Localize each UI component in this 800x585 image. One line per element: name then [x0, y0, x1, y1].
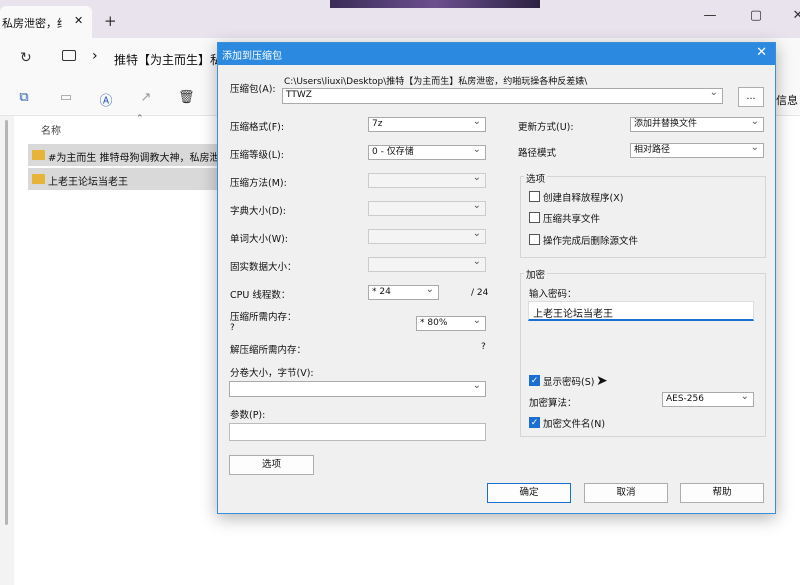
encryption-group-title: 加密: [524, 267, 548, 281]
parameters-label: 参数(P):: [230, 410, 266, 421]
copy-icon[interactable]: ⧉: [16, 90, 32, 106]
word-size-label: 单词大小(W):: [230, 234, 289, 245]
add-to-archive-dialog: 添加到压缩包 ✕ 压缩包(A): C:\Users\liuxi\Desktop\…: [217, 42, 776, 514]
password-input[interactable]: 上老王论坛当老王: [528, 301, 754, 321]
breadcrumb[interactable]: 推特【为主而生】私: [114, 51, 222, 68]
encrypt-names-label: 加密文件名(N): [543, 419, 606, 430]
dialog-close-icon[interactable]: ✕: [756, 45, 767, 60]
sfx-checkbox[interactable]: [529, 191, 540, 202]
folder-icon: [32, 150, 45, 160]
list-item[interactable]: 上老王论坛当老王: [28, 168, 228, 190]
sort-chevron-icon: ⌃: [136, 114, 144, 124]
minimize-icon[interactable]: —: [702, 8, 718, 24]
shared-files-label: 压缩共享文件: [543, 214, 601, 225]
close-window-icon[interactable]: ✕: [790, 8, 800, 24]
compress-memory-label: 压缩所需内存：: [230, 312, 297, 323]
update-mode-label: 更新方式(U):: [518, 122, 574, 133]
scrollbar[interactable]: [5, 120, 8, 525]
path-mode-label: 路径模式: [518, 148, 557, 159]
wallpaper-strip: [330, 0, 540, 8]
column-header-name[interactable]: 名称: [41, 122, 61, 137]
word-size-select[interactable]: [368, 227, 486, 244]
browser-tabbar: [0, 0, 800, 38]
password-label: 输入密码：: [529, 289, 577, 300]
show-password-checkbox[interactable]: ✓: [529, 375, 540, 386]
maximize-icon[interactable]: ▢: [748, 8, 764, 24]
dialog-title: 添加到压缩包: [222, 51, 282, 62]
ok-button[interactable]: 确定: [487, 483, 571, 503]
format-label: 压缩格式(F):: [230, 122, 285, 133]
new-tab-button[interactable]: +: [104, 12, 117, 30]
cpu-threads-total: / 24: [471, 288, 489, 298]
compress-memory-value: ?: [230, 323, 235, 333]
folder-icon: [32, 174, 45, 184]
path-mode-select[interactable]: 相对路径: [630, 141, 764, 158]
mouse-cursor-icon: ➤: [596, 373, 608, 389]
help-button[interactable]: 帮助: [680, 483, 764, 503]
dialog-titlebar: 添加到压缩包 ✕: [218, 43, 775, 65]
delete-icon[interactable]: 🗑: [178, 90, 195, 106]
level-label: 压缩等级(L):: [230, 150, 284, 161]
browser-tab[interactable]: 私房泄密，约 ✕: [0, 6, 92, 38]
browse-button[interactable]: ...: [738, 87, 764, 107]
cpu-threads-select[interactable]: * 24: [368, 283, 439, 300]
archive-label: 压缩包(A):: [230, 84, 276, 95]
monitor-icon: [62, 50, 76, 61]
sfx-label: 创建自释放程序(X): [543, 193, 624, 204]
paste-icon[interactable]: ▭: [58, 90, 74, 106]
memory-usage-select[interactable]: * 80%: [416, 314, 486, 331]
level-select[interactable]: 0 - 仅存储: [368, 143, 486, 160]
solid-size-select[interactable]: [368, 255, 486, 272]
update-mode-select[interactable]: 添加并替换文件: [630, 115, 764, 132]
share-icon[interactable]: ↗: [138, 90, 154, 106]
tab-title: 私房泄密，约: [2, 17, 62, 30]
show-password-label: 显示密码(S): [543, 377, 595, 388]
split-size-label: 分卷大小，字节(V):: [230, 368, 314, 379]
archive-name-combo[interactable]: TTWZ: [282, 86, 723, 104]
solid-size-label: 固实数据大小：: [230, 262, 297, 273]
archive-path: C:\Users\liuxi\Desktop\推特【为主而生】私房泄密，约啪玩操…: [284, 77, 588, 87]
shared-files-checkbox[interactable]: [529, 212, 540, 223]
split-size-combo[interactable]: [229, 379, 486, 397]
delete-source-checkbox[interactable]: [529, 234, 540, 245]
dictionary-label: 字典大小(D):: [230, 206, 286, 217]
encrypt-names-checkbox[interactable]: ✓: [529, 417, 540, 428]
method-label: 压缩方法(M):: [230, 178, 287, 189]
encryption-method-select[interactable]: AES-256: [662, 390, 754, 407]
options-group-title: 选项: [524, 171, 548, 185]
info-button[interactable]: 信息: [776, 92, 798, 108]
refresh-icon[interactable]: ↻: [20, 50, 32, 66]
format-select[interactable]: 7z: [368, 115, 486, 132]
dictionary-select[interactable]: [368, 199, 486, 216]
rename-icon[interactable]: Ⓐ: [98, 90, 114, 109]
list-item[interactable]: #为主而生 推特母狗调教大神，私房泄: [28, 144, 228, 166]
tab-close-icon[interactable]: ✕: [74, 14, 86, 27]
parameters-input[interactable]: [229, 423, 486, 441]
method-select[interactable]: [368, 171, 486, 188]
delete-source-label: 操作完成后删除源文件: [543, 236, 639, 247]
cpu-threads-label: CPU 线程数：: [230, 290, 291, 301]
decompress-memory-value: ?: [481, 342, 486, 352]
decompress-memory-label: 解压缩所需内存：: [230, 345, 307, 356]
breadcrumb-separator: ›: [92, 48, 98, 64]
cancel-button[interactable]: 取消: [584, 483, 668, 503]
encryption-method-label: 加密算法：: [529, 398, 577, 409]
options-button[interactable]: 选项: [229, 455, 314, 475]
